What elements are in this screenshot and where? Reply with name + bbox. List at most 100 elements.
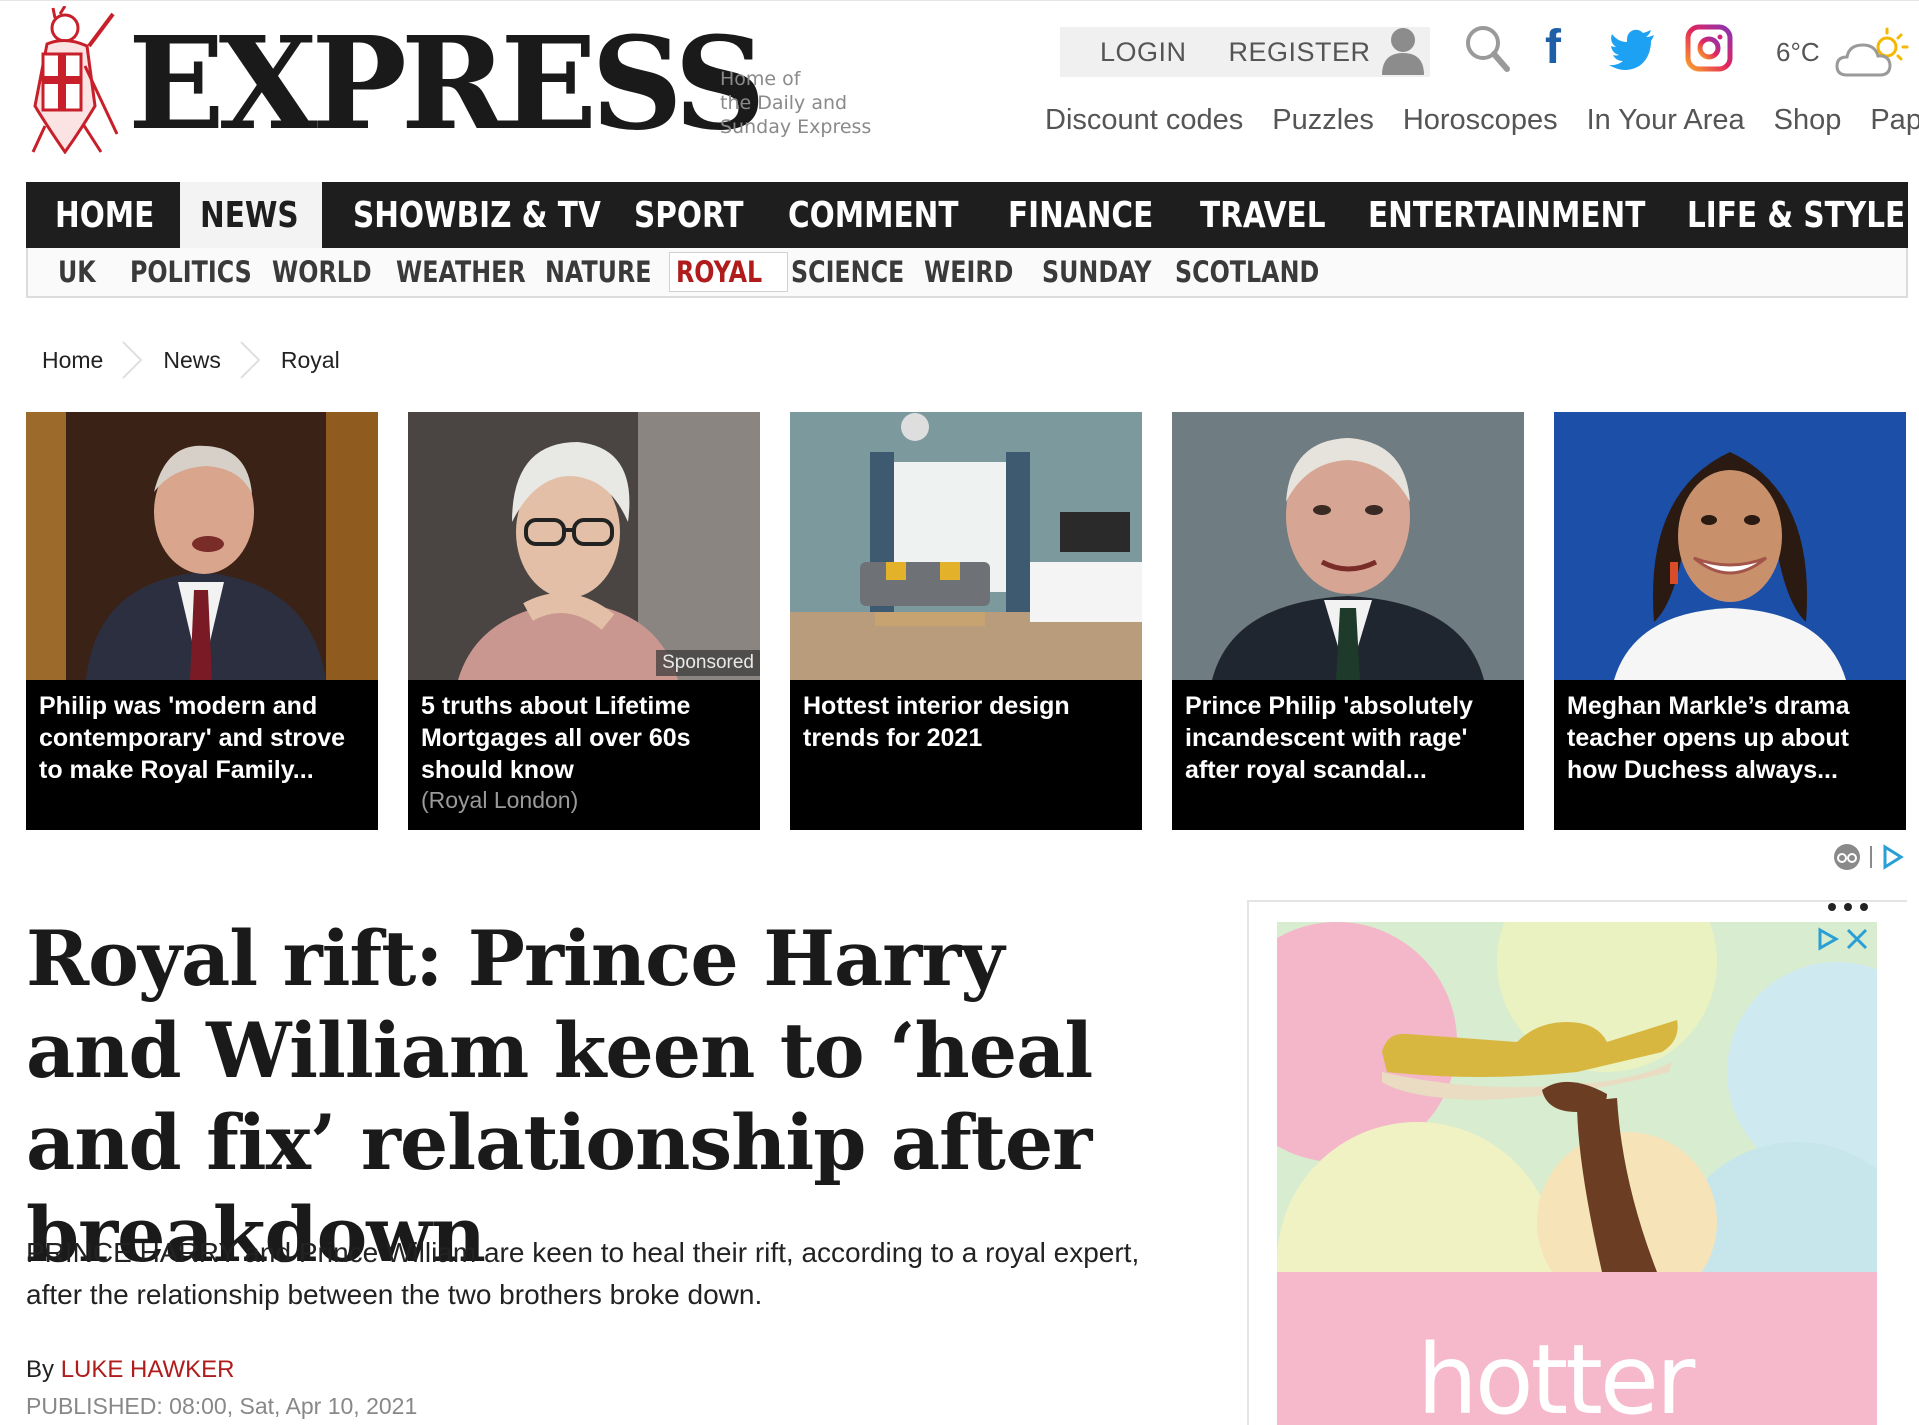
story-caption[interactable]: Hottest interior design trends for 2021 [803, 690, 1133, 754]
story-caption[interactable]: Meghan Markle’s drama teacher opens up a… [1567, 690, 1897, 786]
chevron-right-icon [122, 341, 143, 379]
temperature-readout[interactable]: 6°C [1776, 37, 1820, 68]
nav-life-style-label: LIFE & STYLE [1687, 194, 1906, 236]
subnav-scotland-label: SCOTLAND [1175, 255, 1320, 289]
subnav-nature[interactable]: NATURE [545, 248, 675, 296]
subnav-politics[interactable]: POLITICS [130, 248, 278, 296]
nav-sport-label: SPORT [634, 194, 744, 236]
nav-showbiz-tv[interactable]: SHOWBIZ & TV [353, 182, 655, 248]
horoscopes-link[interactable]: Horoscopes [1403, 104, 1558, 137]
subnav-world-label: WORLD [272, 255, 372, 289]
story-thumbnail [408, 412, 760, 680]
more-options-icon[interactable] [1826, 900, 1870, 914]
nav-finance-label: FINANCE [1008, 194, 1154, 236]
nav-comment[interactable]: COMMENT [788, 182, 996, 248]
crusader-logo-icon[interactable] [25, 6, 125, 154]
subnav-weather[interactable]: WEATHER [396, 248, 554, 296]
chevron-right-icon [240, 341, 261, 379]
nav-news-label: NEWS [200, 194, 299, 236]
story-caption[interactable]: Prince Philip 'absolutely incandescent w… [1185, 690, 1515, 786]
nav-entertainment[interactable]: ENTERTAINMENT [1368, 182, 1706, 248]
subnav-weird[interactable]: WEIRD [924, 248, 1033, 296]
primary-nav: HOME NEWS SHOWBIZ & TV SPORT COMMENT FIN… [26, 182, 1908, 248]
subnav-politics-label: POLITICS [130, 255, 252, 289]
breadcrumb: Home News Royal [42, 340, 340, 380]
shop-link[interactable]: Shop [1774, 104, 1842, 137]
instagram-icon[interactable] [1684, 23, 1734, 73]
nav-life-style[interactable]: LIFE & STYLE [1687, 182, 1919, 248]
subnav-uk[interactable]: UK [58, 248, 104, 296]
nav-news[interactable]: NEWS [180, 182, 322, 248]
express-wordmark[interactable]: EXPRESS [128, 9, 766, 159]
story-caption[interactable]: Philip was 'modern and contemporary' and… [39, 690, 369, 786]
adchoices-icon[interactable] [1833, 842, 1907, 872]
subnav-uk-label: UK [58, 255, 96, 289]
sponsor-name: (Royal London) [421, 787, 579, 813]
subnav-nature-label: NATURE [545, 255, 652, 289]
advertisement[interactable]: hotter [1277, 922, 1877, 1425]
nav-finance[interactable]: FINANCE [1008, 182, 1185, 248]
subnav-sunday-label: SUNDAY [1042, 255, 1152, 289]
subnav-sunday[interactable]: SUNDAY [1042, 248, 1175, 296]
breadcrumb-news[interactable]: News [163, 347, 221, 374]
register-link[interactable]: REGISTER [1229, 37, 1371, 68]
search-icon[interactable] [1463, 23, 1511, 73]
story-thumbnail [26, 412, 378, 680]
article-standfirst: PRINCE HARRY and Prince William are keen… [26, 1237, 1140, 1310]
login-link[interactable]: LOGIN [1100, 37, 1187, 68]
story-card[interactable]: Prince Philip 'absolutely incandescent w… [1172, 412, 1524, 830]
story-thumbnail [1554, 412, 1906, 680]
author-link[interactable]: LUKE HAWKER [61, 1356, 235, 1383]
subnav-royal[interactable]: ROYAL [669, 252, 789, 292]
story-thumbnail [790, 412, 1142, 680]
story-card[interactable]: Sponsored 5 truths about Lifetime Mortga… [408, 412, 760, 830]
ad-image [1277, 922, 1877, 1272]
in-your-area-link[interactable]: In Your Area [1587, 104, 1745, 137]
nav-travel-label: TRAVEL [1200, 194, 1326, 236]
subnav-world[interactable]: WORLD [272, 248, 394, 296]
subnav-royal-label: ROYAL [676, 255, 763, 289]
story-card[interactable]: Meghan Markle’s drama teacher opens up a… [1554, 412, 1906, 830]
nav-showbiz-tv-label: SHOWBIZ & TV [353, 194, 601, 236]
byline: By LUKE HAWKER [26, 1356, 235, 1384]
user-icon[interactable] [1380, 25, 1426, 75]
top-links: Discount codes Puzzles Horoscopes In You… [1045, 104, 1919, 137]
nav-home-label: HOME [55, 194, 155, 236]
account-bar: LOGIN REGISTER [1060, 27, 1430, 77]
subnav-weird-label: WEIRD [924, 255, 1014, 289]
nav-travel[interactable]: TRAVEL [1200, 182, 1353, 248]
breadcrumb-home[interactable]: Home [42, 347, 103, 374]
tagline-line: the Daily and [720, 92, 848, 114]
story-card[interactable]: Philip was 'modern and contemporary' and… [26, 412, 378, 830]
sponsored-tag: Sponsored [656, 650, 760, 676]
story-thumbnail [1172, 412, 1524, 680]
puzzles-link[interactable]: Puzzles [1272, 104, 1374, 137]
ad-brand-text: hotter [1417, 1324, 1695, 1425]
tagline-line: Sunday Express [720, 116, 872, 138]
story-caption[interactable]: 5 truths about Lifetime Mortgages all ov… [421, 690, 751, 786]
paper-link[interactable]: Paper [1870, 104, 1919, 137]
masthead: EXPRESS Home of the Daily and Sunday Exp… [0, 0, 1919, 180]
ad-brand-panel: hotter [1277, 1272, 1877, 1425]
nav-home[interactable]: HOME [55, 182, 176, 248]
secondary-nav: UK POLITICS WORLD WEATHER NATURE ROYAL S… [26, 248, 1908, 298]
breadcrumb-royal[interactable]: Royal [281, 347, 340, 374]
article-headline: Royal rift: Prince Harry and William kee… [26, 914, 1093, 1279]
byline-label: By [26, 1356, 55, 1383]
subnav-science[interactable]: SCIENCE [791, 248, 929, 296]
subnav-scotland[interactable]: SCOTLAND [1175, 248, 1351, 296]
twitter-icon[interactable] [1608, 23, 1658, 73]
subnav-weather-label: WEATHER [396, 255, 526, 289]
tagline-line: Home of [720, 68, 801, 90]
partly-cloudy-icon[interactable] [1833, 23, 1911, 85]
facebook-icon[interactable]: f [1545, 23, 1575, 73]
nav-entertainment-label: ENTERTAINMENT [1368, 194, 1646, 236]
logo-tagline: Home of the Daily and Sunday Express [720, 67, 890, 139]
nav-sport[interactable]: SPORT [634, 182, 768, 248]
story-card[interactable]: Hottest interior design trends for 2021 [790, 412, 1142, 830]
published-date: PUBLISHED: 08:00, Sat, Apr 10, 2021 [26, 1393, 418, 1419]
ad-close-icon[interactable] [1816, 926, 1872, 952]
nav-comment-label: COMMENT [788, 194, 959, 236]
discount-codes-link[interactable]: Discount codes [1045, 104, 1243, 137]
subnav-science-label: SCIENCE [791, 255, 905, 289]
